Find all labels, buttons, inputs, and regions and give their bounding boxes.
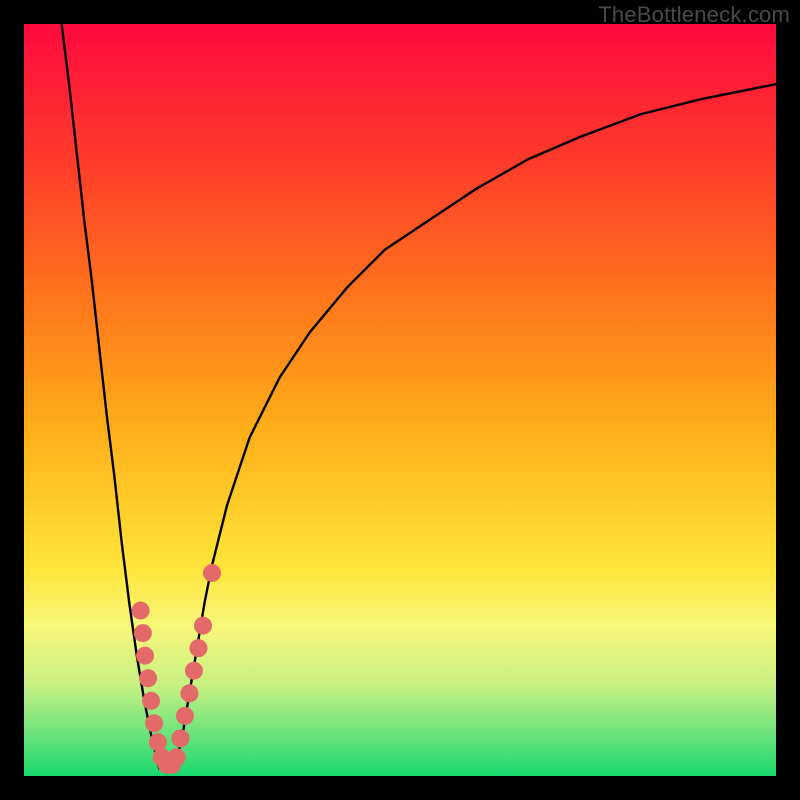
highlight-dot: [176, 707, 194, 725]
highlight-dot: [134, 624, 152, 642]
highlight-dot: [139, 669, 157, 687]
highlight-dot: [171, 729, 189, 747]
highlight-dot: [180, 684, 198, 702]
highlight-dot: [189, 639, 207, 657]
highlight-dot: [168, 748, 186, 766]
highlight-dot: [142, 692, 160, 710]
highlight-dot: [149, 733, 167, 751]
highlight-dot: [132, 602, 150, 620]
chart-frame: [24, 24, 776, 776]
gradient-background: [24, 24, 776, 776]
bottleneck-chart: [24, 24, 776, 776]
highlight-dot: [185, 662, 203, 680]
highlight-dot: [145, 714, 163, 732]
highlight-dot: [136, 647, 154, 665]
highlight-dot: [194, 617, 212, 635]
highlight-dot: [203, 564, 221, 582]
